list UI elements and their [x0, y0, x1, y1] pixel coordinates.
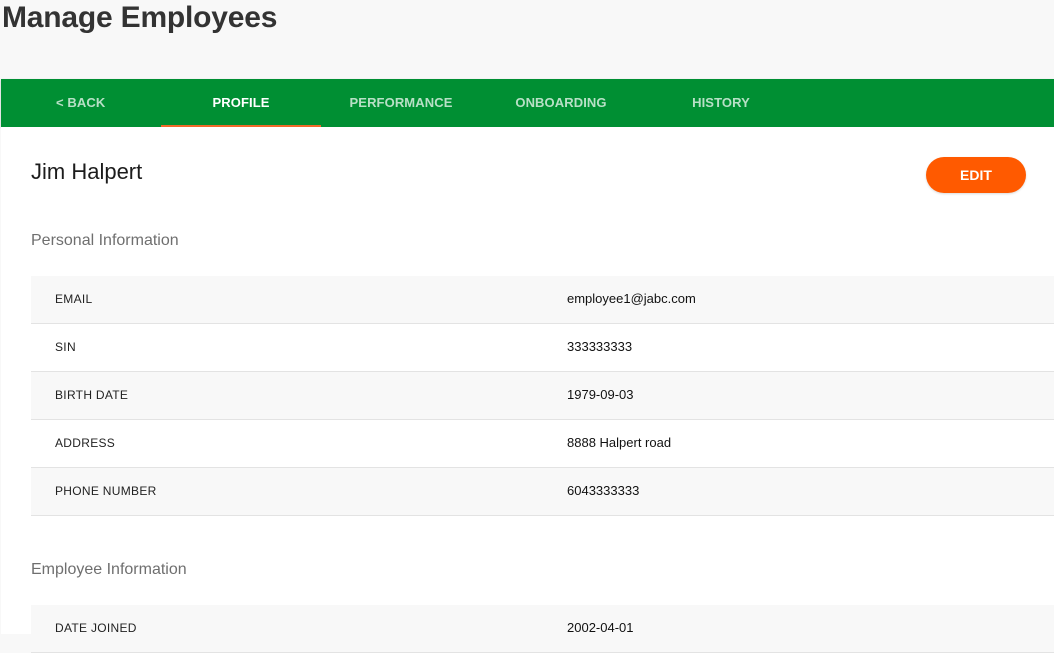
birth-date-value: 1979-09-03	[567, 387, 634, 402]
tab-bar: < BACK PROFILE PERFORMANCE ONBOARDING HI…	[1, 79, 1054, 127]
address-value: 8888 Halpert road	[567, 435, 672, 450]
phone-number-value: 6043333333	[567, 483, 640, 498]
table-row: SIN 333333333	[31, 324, 1054, 372]
employee-information-heading: Employee Information	[31, 561, 187, 578]
personal-information-table: EMAIL employee1@jabc.com SIN 333333333 B…	[31, 276, 1054, 516]
table-row: EMAIL employee1@jabc.com	[31, 276, 1054, 324]
page-header: Manage Employees	[0, 0, 1054, 78]
birth-date-label: BIRTH DATE	[55, 388, 129, 402]
tab-profile[interactable]: PROFILE	[161, 79, 321, 127]
date-joined-value: 2002-04-01	[567, 620, 634, 635]
tab-history[interactable]: HISTORY	[641, 79, 801, 127]
table-row: PHONE NUMBER 6043333333	[31, 468, 1054, 516]
back-tab[interactable]: < BACK	[1, 79, 161, 127]
phone-number-label: PHONE NUMBER	[55, 484, 157, 498]
table-row: BIRTH DATE 1979-09-03	[31, 372, 1054, 420]
employee-information-table: DATE JOINED 2002-04-01	[31, 605, 1054, 653]
email-value: employee1@jabc.com	[567, 291, 696, 306]
date-joined-label: DATE JOINED	[55, 621, 137, 635]
sin-label: SIN	[55, 340, 76, 354]
edit-button[interactable]: EDIT	[926, 157, 1026, 193]
sin-value: 333333333	[567, 339, 633, 354]
page-title: Manage Employees	[2, 1, 278, 34]
profile-content: Jim Halpert EDIT Personal Information EM…	[1, 127, 1054, 653]
tab-onboarding[interactable]: ONBOARDING	[481, 79, 641, 127]
table-row: DATE JOINED 2002-04-01	[31, 605, 1054, 653]
employee-name: Jim Halpert	[31, 159, 143, 184]
table-row: ADDRESS 8888 Halpert road	[31, 420, 1054, 468]
personal-information-heading: Personal Information	[31, 232, 179, 249]
address-label: ADDRESS	[55, 436, 116, 450]
tab-performance[interactable]: PERFORMANCE	[321, 79, 481, 127]
email-label: EMAIL	[55, 292, 93, 306]
